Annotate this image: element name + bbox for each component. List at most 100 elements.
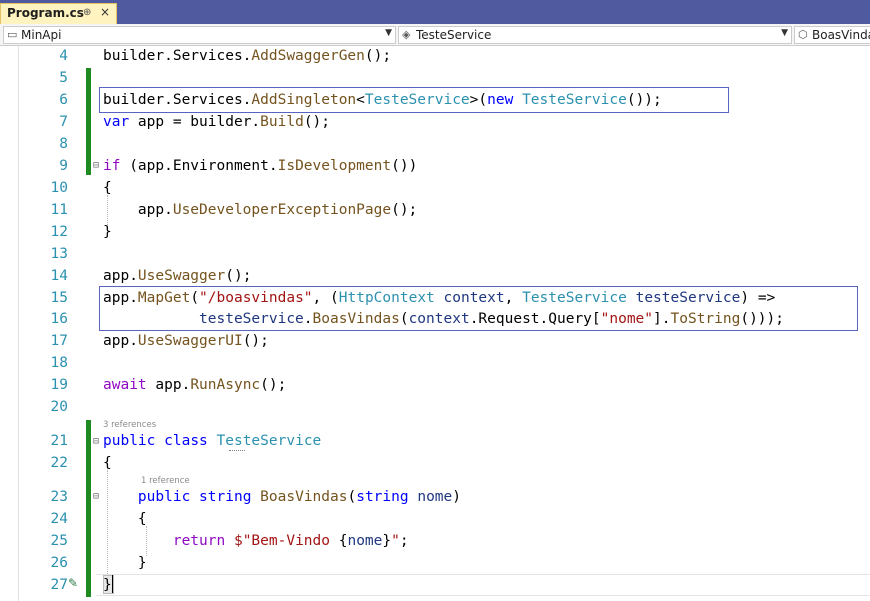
code-token: "nome" bbox=[600, 311, 654, 327]
code-token: ( bbox=[399, 311, 409, 327]
code-token: . bbox=[303, 311, 313, 327]
code-line[interactable]: return $"Bem-Vindo {nome}"; bbox=[103, 530, 409, 552]
code-token: string bbox=[199, 489, 252, 505]
code-token: testeService bbox=[199, 311, 304, 327]
class-dropdown-label: TesteService bbox=[416, 28, 492, 42]
code-token: ) bbox=[452, 489, 461, 505]
code-token: { bbox=[103, 455, 112, 471]
chevron-down-icon: ▼ bbox=[385, 28, 392, 38]
code-token: if bbox=[103, 158, 121, 174]
code-token: TesteService bbox=[522, 92, 627, 108]
code-cleanup-brush-icon[interactable]: ✎ bbox=[68, 576, 78, 590]
class-dropdown[interactable]: ◈ TesteService ▼ bbox=[398, 26, 792, 44]
tab-program-cs[interactable]: Program.cs ⊕ × bbox=[0, 3, 117, 24]
line-number: 27 bbox=[50, 577, 68, 593]
line-number: 5 bbox=[59, 70, 68, 86]
chevron-down-icon: ▼ bbox=[781, 28, 788, 38]
tab-title: Program.cs bbox=[7, 6, 84, 20]
code-token: } bbox=[103, 224, 112, 240]
document-tab-bar: Program.cs ⊕ × bbox=[0, 0, 870, 24]
line-number: 21 bbox=[50, 433, 68, 449]
change-bar bbox=[86, 68, 91, 155]
line-number: 17 bbox=[50, 333, 68, 349]
code-token: Build bbox=[260, 114, 304, 130]
code-line[interactable]: app.MapGet("/boasvindas", (HttpContext c… bbox=[103, 287, 775, 309]
code-token: await bbox=[103, 377, 147, 393]
code-token: app. bbox=[103, 290, 138, 306]
code-line[interactable]: { bbox=[103, 508, 147, 530]
navigation-bar: ▭ MinApi ▼ ◈ TesteService ▼ ⬡ BoasVindas bbox=[0, 24, 870, 46]
code-token: app. bbox=[146, 377, 191, 393]
code-token: return bbox=[172, 533, 226, 549]
member-dropdown[interactable]: ⬡ BoasVindas bbox=[794, 26, 870, 44]
class-icon: ◈ bbox=[402, 28, 411, 41]
code-line[interactable]: public string BoasVindas(string nome) bbox=[103, 486, 461, 508]
code-line[interactable]: builder.Services.AddSingleton<TesteServi… bbox=[103, 89, 662, 111]
code-line[interactable]: app.UseDeveloperExceptionPage(); bbox=[103, 199, 417, 221]
code-line[interactable]: } bbox=[103, 221, 112, 243]
code-line[interactable]: public class TesteService bbox=[103, 430, 321, 452]
code-token: (); bbox=[225, 268, 252, 284]
code-token: ( bbox=[190, 290, 200, 306]
code-token: app. bbox=[103, 333, 138, 349]
fold-collapse-icon[interactable]: ⊟ bbox=[93, 436, 99, 447]
code-token: ) => bbox=[740, 290, 776, 306]
line-number: 23 bbox=[50, 489, 68, 505]
code-token: testeService bbox=[635, 290, 741, 306]
codelens-references[interactable]: 1 reference bbox=[141, 476, 190, 486]
code-token: builder.Services. bbox=[103, 48, 252, 64]
code-line[interactable]: { bbox=[103, 177, 112, 199]
code-token: ; bbox=[399, 533, 409, 549]
code-token: >( bbox=[469, 92, 488, 108]
project-dropdown-label: MinApi bbox=[21, 28, 62, 42]
code-line[interactable]: if (app.Environment.IsDevelopment()) bbox=[103, 155, 417, 177]
code-line[interactable]: app.UseSwagger(); bbox=[103, 265, 251, 287]
code-token: TesteService bbox=[522, 290, 627, 306]
code-token: UseSwaggerUI bbox=[137, 333, 243, 349]
code-token: } bbox=[382, 533, 392, 549]
code-token: " bbox=[391, 533, 400, 549]
code-token: MapGet bbox=[137, 290, 191, 306]
code-token: nome bbox=[347, 533, 383, 549]
fold-collapse-icon[interactable]: ⊟ bbox=[93, 491, 99, 502]
code-token: { bbox=[103, 180, 112, 196]
code-token: builder.Services. bbox=[103, 92, 252, 108]
change-bar bbox=[86, 420, 91, 597]
fold-collapse-icon[interactable]: ⊟ bbox=[93, 160, 99, 171]
line-number: 7 bbox=[59, 114, 68, 130]
code-token: { bbox=[103, 511, 147, 527]
pin-icon[interactable]: ⊕ bbox=[83, 7, 91, 18]
code-line[interactable]: app.UseSwaggerUI(); bbox=[103, 330, 269, 352]
code-line[interactable]: builder.Services.AddSwaggerGen(); bbox=[103, 45, 391, 67]
project-dropdown[interactable]: ▭ MinApi ▼ bbox=[3, 26, 396, 44]
code-line[interactable]: testeService.BoasVindas(context.Request.… bbox=[103, 308, 784, 330]
code-line[interactable]: var app = builder.Build(); bbox=[103, 111, 330, 133]
line-number: 11 bbox=[50, 202, 68, 218]
code-token: ( bbox=[347, 489, 357, 505]
code-line[interactable]: { bbox=[103, 452, 112, 474]
code-token: ToString bbox=[670, 311, 741, 327]
code-token: app = builder. bbox=[129, 114, 261, 130]
close-icon[interactable]: × bbox=[100, 5, 110, 19]
line-number: 6 bbox=[59, 92, 68, 108]
code-line[interactable]: await app.RunAsync(); bbox=[103, 374, 286, 396]
line-number: 15 bbox=[50, 290, 68, 306]
method-icon: ⬡ bbox=[798, 28, 808, 41]
code-token: ()); bbox=[626, 92, 662, 108]
code-token: TesteService bbox=[364, 92, 470, 108]
code-token: .Request.Query[ bbox=[469, 311, 601, 327]
codelens-references[interactable]: 3 references bbox=[103, 420, 156, 430]
code-line[interactable]: } bbox=[103, 552, 147, 574]
code-line[interactable]: } bbox=[103, 574, 112, 596]
line-number: 18 bbox=[50, 355, 68, 371]
code-token: AddSingleton bbox=[251, 92, 357, 108]
code-token: public bbox=[137, 489, 191, 505]
code-token: TesteService bbox=[216, 433, 322, 449]
code-token: BoasVindas bbox=[260, 489, 348, 505]
